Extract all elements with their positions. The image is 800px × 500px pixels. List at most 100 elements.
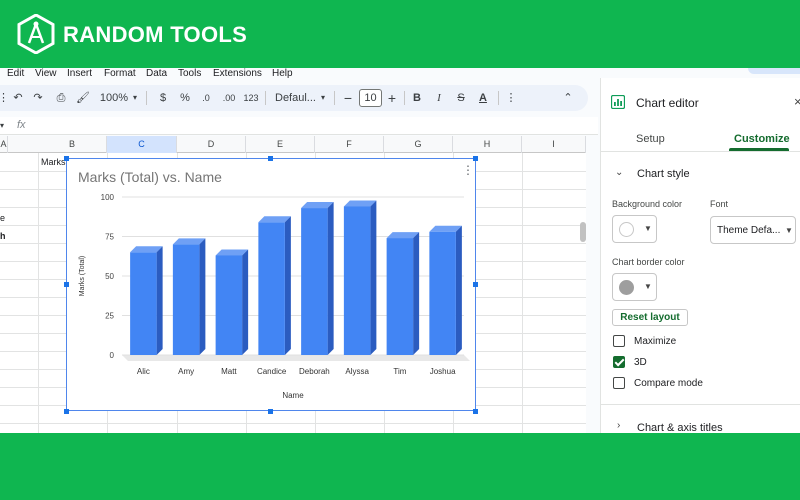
resize-handle[interactable] (473, 282, 478, 287)
compare-mode-label: Compare mode (634, 378, 703, 389)
font-dropdown[interactable]: Theme Defa... ▼ (710, 216, 796, 244)
bar-side (156, 246, 163, 355)
column-header-f[interactable]: F (315, 136, 384, 153)
zoom-select[interactable]: 100% (99, 85, 129, 111)
reset-layout-button[interactable]: Reset layout (612, 309, 688, 326)
bar (386, 238, 414, 355)
color-swatch (619, 280, 634, 295)
border-color-picker[interactable]: ▼ (612, 273, 657, 301)
tab-customize[interactable]: Customize (734, 133, 790, 145)
decrease-decimal-button[interactable]: .0 (197, 85, 215, 111)
x-axis-title: Name (282, 391, 304, 400)
print-icon[interactable]: ⎙ (52, 85, 70, 111)
resize-handle[interactable] (473, 409, 478, 414)
zoom-chevron-icon: ▾ (132, 93, 137, 102)
bold-button[interactable]: B (410, 85, 424, 111)
column-header-h[interactable]: H (453, 136, 522, 153)
percent-button[interactable]: % (178, 85, 192, 111)
share-button[interactable] (748, 68, 800, 74)
chart-container[interactable]: Marks (Total) vs. Name ⋮ 0 25 50 75 100 Alic A… (66, 158, 476, 411)
y-tick-label: 0 (110, 351, 115, 360)
section-chart-axis-titles[interactable]: Chart & axis titles (637, 422, 723, 433)
font-size-input[interactable]: 10 (359, 89, 382, 107)
compare-mode-checkbox[interactable] (613, 377, 625, 389)
bar (172, 244, 200, 355)
cell-a-partial[interactable]: e (0, 213, 5, 223)
tab-divider (601, 151, 800, 152)
bar-side (370, 200, 377, 355)
chevron-right-icon[interactable]: › (617, 420, 620, 431)
x-tick-label: Alyssa (345, 367, 369, 376)
text-color-button[interactable]: A (476, 85, 490, 111)
x-tick-label: Alic (137, 367, 150, 376)
menu-view[interactable]: View (35, 68, 57, 79)
menu-tools[interactable]: Tools (178, 68, 201, 79)
cell-a-partial[interactable]: h (0, 231, 6, 241)
collapse-toolbar-icon[interactable]: ⌃ (560, 85, 576, 111)
vertical-scrollbar[interactable] (580, 222, 586, 242)
close-icon[interactable]: × (794, 94, 800, 109)
more-formats-button[interactable]: 123 (242, 85, 260, 111)
font-select[interactable]: Defaul... (275, 85, 316, 111)
search-menus-icon[interactable]: ⋮ (0, 85, 9, 111)
bar-side (327, 202, 334, 355)
y-axis-title: Marks (Total) (79, 256, 86, 296)
background-color-picker[interactable]: ▼ (612, 215, 657, 243)
resize-handle[interactable] (268, 156, 273, 161)
bar (429, 231, 456, 355)
grid-line (0, 423, 586, 424)
column-header-i[interactable]: I (522, 136, 586, 153)
menu-extensions[interactable]: Extensions (213, 68, 262, 79)
undo-icon[interactable]: ↶ (10, 85, 26, 111)
redo-icon[interactable]: ↷ (30, 85, 46, 111)
decrease-font-size-icon[interactable]: − (341, 85, 355, 111)
bar-side (413, 232, 420, 355)
column-header-d[interactable]: D (177, 136, 246, 153)
section-divider (601, 404, 800, 405)
chart-editor-panel: Chart editor × Setup Customize ⌄ Chart s… (600, 78, 800, 433)
italic-button[interactable]: I (432, 85, 446, 111)
menu-edit[interactable]: Edit (7, 68, 24, 79)
increase-decimal-button[interactable]: .00 (219, 85, 239, 111)
caret-down-icon: ▼ (644, 282, 652, 291)
paint-format-icon[interactable]: 🖌 (74, 85, 92, 111)
toolbar-divider (146, 91, 147, 105)
font-value: Theme Defa... (717, 225, 781, 236)
resize-handle[interactable] (473, 156, 478, 161)
section-chart-style[interactable]: Chart style (637, 168, 690, 180)
column-header-g[interactable]: G (384, 136, 453, 153)
bar-side (284, 216, 291, 355)
column-header-a[interactable]: A (0, 136, 8, 153)
color-swatch (619, 222, 634, 237)
fx-icon: fx (17, 119, 26, 131)
tab-setup[interactable]: Setup (636, 133, 665, 145)
column-header-b[interactable]: B (38, 136, 107, 153)
menu-insert[interactable]: Insert (67, 68, 92, 79)
x-tick-label: Candice (257, 367, 287, 376)
resize-handle[interactable] (64, 156, 69, 161)
resize-handle[interactable] (64, 409, 69, 414)
maximize-label: Maximize (634, 336, 677, 347)
menu-data[interactable]: Data (146, 68, 167, 79)
menu-bar: Edit View Insert Format Data Tools Exten… (0, 68, 600, 82)
maximize-checkbox[interactable] (613, 335, 625, 347)
3d-checkbox[interactable] (613, 356, 625, 368)
y-tick-label: 25 (105, 312, 114, 321)
strikethrough-icon[interactable]: S (454, 85, 468, 111)
resize-handle[interactable] (64, 282, 69, 287)
column-headers: A B C D E F G H I (0, 136, 586, 153)
resize-handle[interactable] (268, 409, 273, 414)
more-options-icon[interactable]: ⋮ (504, 85, 518, 111)
chart-floor (122, 355, 470, 361)
menu-format[interactable]: Format (104, 68, 136, 79)
x-tick-label: Tim (393, 367, 406, 376)
increase-font-size-icon[interactable]: + (385, 85, 399, 111)
menu-help[interactable]: Help (272, 68, 293, 79)
bar (301, 208, 328, 355)
chevron-down-icon[interactable]: ⌄ (615, 167, 623, 178)
cell-b1[interactable]: Marks (41, 157, 66, 167)
column-header-c[interactable]: C (107, 136, 177, 153)
formula-bar[interactable]: ▾ fx (0, 117, 598, 135)
currency-button[interactable]: $ (156, 85, 170, 111)
column-header-e[interactable]: E (246, 136, 315, 153)
